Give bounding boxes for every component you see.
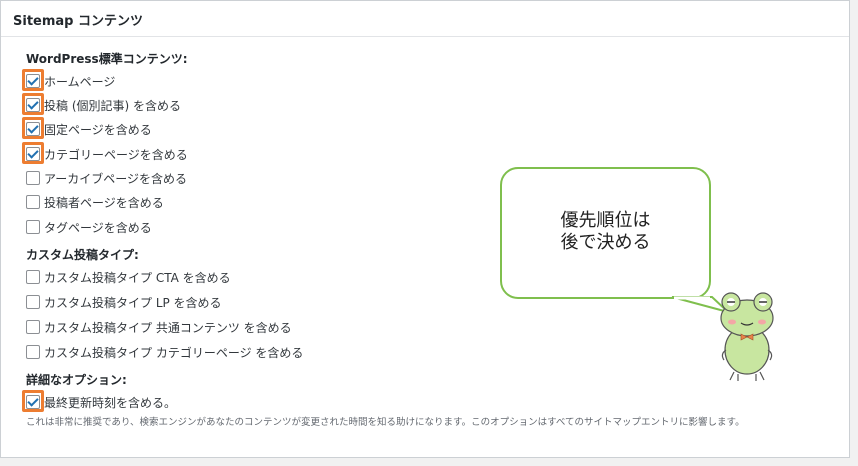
checkbox[interactable]	[26, 295, 40, 309]
highlight-box	[22, 93, 44, 115]
highlight-box	[22, 390, 44, 412]
highlight-box	[22, 69, 44, 91]
checkbox-label: カスタム投稿タイプ 共通コンテンツ を含める	[44, 320, 292, 335]
panel-title: Sitemap コンテンツ	[1, 1, 849, 37]
option-description: これは非常に推奨であり、検索エンジンがあなたのコンテンツが変更された時間を知る助…	[26, 417, 745, 428]
checkbox-label: カスタム投稿タイプ カテゴリーページ を含める	[44, 345, 304, 360]
checkbox-row-lastmod[interactable]: 最終更新時刻を含める。	[26, 393, 176, 411]
checkbox-row-cpt-cta[interactable]: カスタム投稿タイプ CTA を含める	[26, 268, 231, 286]
checkbox-label: 固定ページを含める	[44, 122, 152, 137]
checkbox-label: 最終更新時刻を含める。	[44, 395, 177, 410]
checkbox-row-cpt-lp[interactable]: カスタム投稿タイプ LP を含める	[26, 293, 222, 311]
checkbox-label: カスタム投稿タイプ LP を含める	[44, 295, 222, 310]
checkbox[interactable]	[26, 345, 40, 359]
section-title-standard: WordPress標準コンテンツ:	[26, 52, 188, 66]
checkbox-label: 投稿 (個別記事) を含める	[44, 98, 181, 113]
checkbox-row-cpt-category[interactable]: カスタム投稿タイプ カテゴリーページ を含める	[26, 343, 303, 361]
checkbox[interactable]	[26, 195, 40, 209]
section-title-custom: カスタム投稿タイプ:	[26, 248, 139, 262]
checkbox-label: カスタム投稿タイプ CTA を含める	[44, 270, 231, 285]
checkbox[interactable]	[26, 220, 40, 234]
checkbox-label: アーカイブページを含める	[44, 171, 188, 186]
highlight-box	[22, 117, 44, 139]
speech-bubble-text: 優先順位は 後で決める	[500, 210, 711, 254]
checkbox-row-categories[interactable]: カテゴリーページを含める	[26, 145, 188, 163]
checkbox-row-cpt-common[interactable]: カスタム投稿タイプ 共通コンテンツ を含める	[26, 318, 292, 336]
checkbox[interactable]	[26, 171, 40, 185]
checkbox-row-archives[interactable]: アーカイブページを含める	[26, 169, 187, 187]
callout-line-2: 後で決める	[560, 232, 651, 253]
frog-mascot-icon	[720, 292, 774, 381]
checkbox-label: ホームページ	[44, 74, 116, 89]
checkbox-row-authors[interactable]: 投稿者ページを含める	[26, 193, 164, 211]
highlight-box	[22, 142, 44, 164]
checkbox-row-tags[interactable]: タグページを含める	[26, 218, 152, 236]
callout-line-1: 優先順位は	[560, 210, 651, 231]
checkbox-row-pages[interactable]: 固定ページを含める	[26, 120, 152, 138]
checkbox-label: 投稿者ページを含める	[44, 195, 164, 210]
checkbox-label: カテゴリーページを含める	[44, 147, 188, 162]
checkbox[interactable]	[26, 270, 40, 284]
section-title-options: 詳細なオプション:	[26, 373, 127, 387]
checkbox-label: タグページを含める	[44, 220, 152, 235]
checkbox-row-posts[interactable]: 投稿 (個別記事) を含める	[26, 96, 181, 114]
checkbox[interactable]	[26, 320, 40, 334]
